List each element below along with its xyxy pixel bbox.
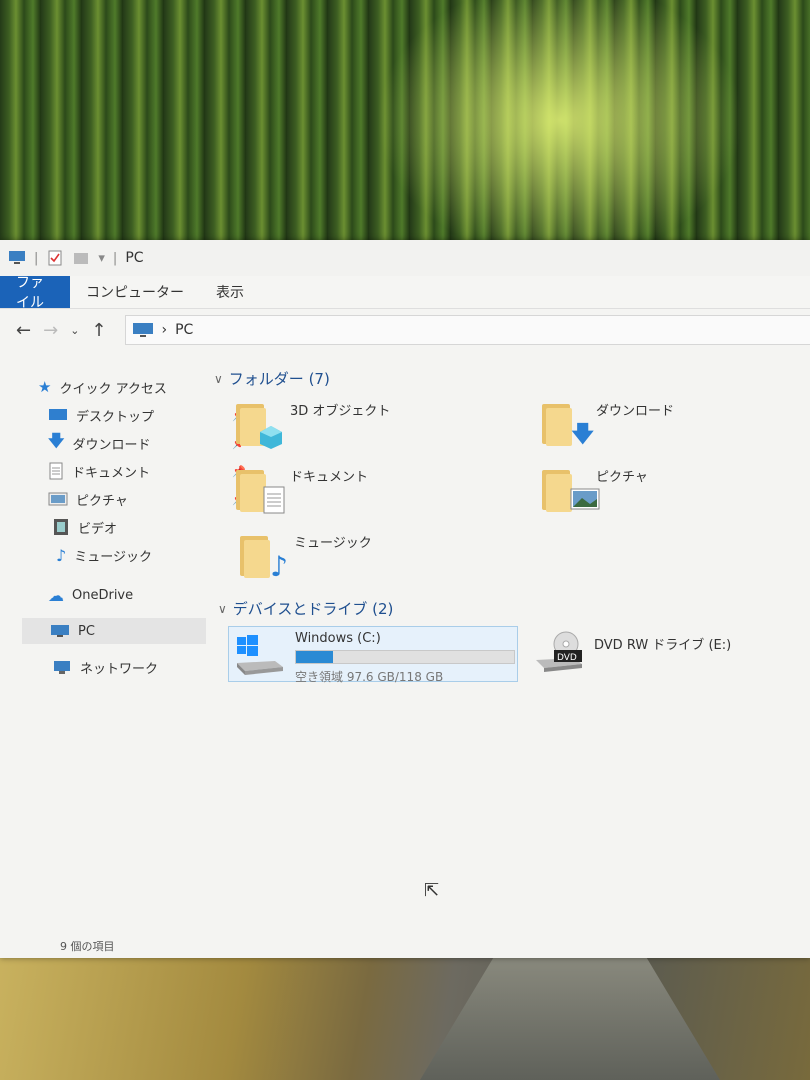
section-title: デバイスとドライブ (2)	[232, 600, 394, 618]
video-icon	[54, 519, 68, 535]
document-icon	[49, 462, 63, 480]
separator: |	[34, 250, 39, 266]
folder-documents[interactable]: ドキュメント	[236, 466, 369, 514]
devices-section-header[interactable]: ∨ デバイスとドライブ (2)	[218, 598, 393, 619]
drive-usage-fill	[296, 651, 334, 663]
status-bar-item-count: 9 個の項目	[60, 940, 115, 953]
folder-3d-icon	[236, 400, 282, 449]
drive-e[interactable]: DVD DVD RW ドライブ (E:)	[528, 630, 731, 674]
title-bar: | ▾ | PC	[0, 240, 810, 276]
sidebar-item-pc[interactable]: PC	[22, 618, 206, 644]
folder-download-icon: 🡇	[542, 400, 594, 446]
svg-text:DVD: DVD	[557, 653, 577, 663]
folder-music[interactable]: ♪ ミュージック	[240, 532, 372, 581]
drive-usage-bar	[295, 650, 515, 664]
computer-icon	[9, 251, 25, 264]
chevron-down-icon[interactable]: ∨	[214, 372, 223, 386]
sidebar-item-desktop[interactable]: デスクトップ 📌	[48, 402, 246, 428]
back-arrow-icon[interactable]: ←	[16, 320, 31, 341]
window-title: PC	[125, 250, 144, 266]
sidebar-item-label: ネットワーク	[80, 661, 159, 677]
sidebar-item-music[interactable]: ♪ ミュージック	[56, 542, 152, 568]
folder-document-icon	[236, 466, 285, 514]
folder-label: 3D オブジェクト	[290, 404, 391, 419]
drive-free-space: 空き領域 97.6 GB/118 GB	[295, 670, 444, 684]
sidebar-item-label: ダウンロード	[72, 437, 151, 453]
drive-label: Windows (C:)	[295, 631, 381, 646]
sidebar-item-label: ピクチャ	[76, 493, 128, 509]
mouse-cursor-icon: ⇱	[424, 880, 440, 901]
drive-c[interactable]: Windows (C:) 空き領域 97.6 GB/118 GB	[228, 626, 518, 684]
forward-arrow-icon[interactable]: →	[43, 320, 58, 341]
sidebar-item-label: OneDrive	[72, 587, 134, 603]
file-explorer-window: | ▾ | PC ファイル コンピューター 表示 ← → ⌄ ↑ › PC ★ …	[0, 240, 810, 958]
sidebar-item-label: ドキュメント	[72, 465, 151, 481]
sidebar-item-network[interactable]: ネットワーク	[52, 654, 158, 680]
folder-3d-objects[interactable]: 3D オブジェクト	[236, 400, 391, 449]
folder-label: ドキュメント	[290, 470, 369, 485]
folders-section-header[interactable]: ∨ フォルダー (7)	[214, 368, 330, 389]
section-title: フォルダー (7)	[228, 370, 330, 388]
properties-icon[interactable]	[46, 250, 64, 266]
picture-icon	[48, 492, 68, 506]
new-folder-icon[interactable]	[72, 250, 90, 266]
sidebar-item-videos[interactable]: ビデオ	[52, 514, 117, 540]
tab-computer[interactable]: コンピューター	[70, 276, 200, 308]
folder-label: ミュージック	[294, 536, 372, 551]
content-pane: ∨ フォルダー (7) 3D オブジェクト 🡇 ダウンロード ドキュメント ピク…	[210, 360, 810, 930]
network-icon	[54, 661, 70, 674]
folder-downloads[interactable]: 🡇 ダウンロード	[542, 400, 674, 446]
navigation-pane: ★ クイック アクセス デスクトップ 📌 🡇 ダウンロード 📌 ドキュメント 📌…	[0, 360, 246, 920]
drive-label: DVD RW ドライブ (E:)	[594, 638, 732, 653]
tab-file[interactable]: ファイル	[0, 275, 70, 311]
breadcrumb[interactable]: PC	[175, 322, 193, 338]
dvd-drive-icon: DVD	[534, 630, 584, 674]
address-input[interactable]: › PC	[124, 315, 810, 345]
sidebar-item-label: ビデオ	[78, 521, 118, 537]
music-note-icon: ♪	[56, 545, 67, 565]
sidebar-item-quick-access[interactable]: ★ クイック アクセス	[38, 374, 167, 400]
computer-icon	[51, 625, 69, 637]
folder-music-icon: ♪	[240, 532, 288, 581]
tab-view[interactable]: 表示	[200, 276, 260, 308]
breadcrumb-chevron-icon: ›	[161, 322, 168, 338]
sidebar-item-label: PC	[78, 623, 95, 639]
computer-icon	[132, 323, 153, 337]
qat-dropdown-icon[interactable]: ▾	[98, 251, 105, 266]
folder-picture-icon	[542, 466, 600, 512]
sidebar-item-label: ミュージック	[74, 549, 152, 565]
sidebar-item-downloads[interactable]: 🡇 ダウンロード 📌	[48, 430, 246, 456]
download-arrow-icon: 🡇	[48, 430, 65, 450]
desktop-icon	[49, 409, 67, 420]
sidebar-item-pictures[interactable]: ピクチャ 📌	[48, 486, 246, 512]
folder-label: ピクチャ	[596, 470, 648, 485]
separator: |	[112, 250, 118, 266]
up-arrow-icon[interactable]: ↑	[91, 320, 106, 341]
folder-pictures[interactable]: ピクチャ	[542, 466, 648, 512]
sidebar-item-documents[interactable]: ドキュメント 📌	[48, 458, 246, 484]
sidebar-item-label: デスクトップ	[76, 409, 155, 425]
music-note-icon: ♪	[270, 550, 288, 583]
download-arrow-icon: 🡇	[571, 422, 594, 447]
star-icon: ★	[38, 378, 52, 396]
windows-drive-icon	[235, 633, 285, 677]
chevron-down-icon[interactable]: ∨	[218, 602, 227, 616]
ribbon-tabs: ファイル コンピューター 表示	[0, 275, 810, 311]
recent-chevron-down-icon[interactable]: ⌄	[70, 324, 79, 337]
address-bar: ← → ⌄ ↑ › PC	[0, 308, 810, 352]
cloud-icon: ☁	[48, 585, 64, 605]
folder-label: ダウンロード	[596, 404, 675, 419]
sidebar-item-label: クイック アクセス	[59, 381, 167, 397]
sidebar-item-onedrive[interactable]: ☁ OneDrive	[48, 582, 133, 608]
